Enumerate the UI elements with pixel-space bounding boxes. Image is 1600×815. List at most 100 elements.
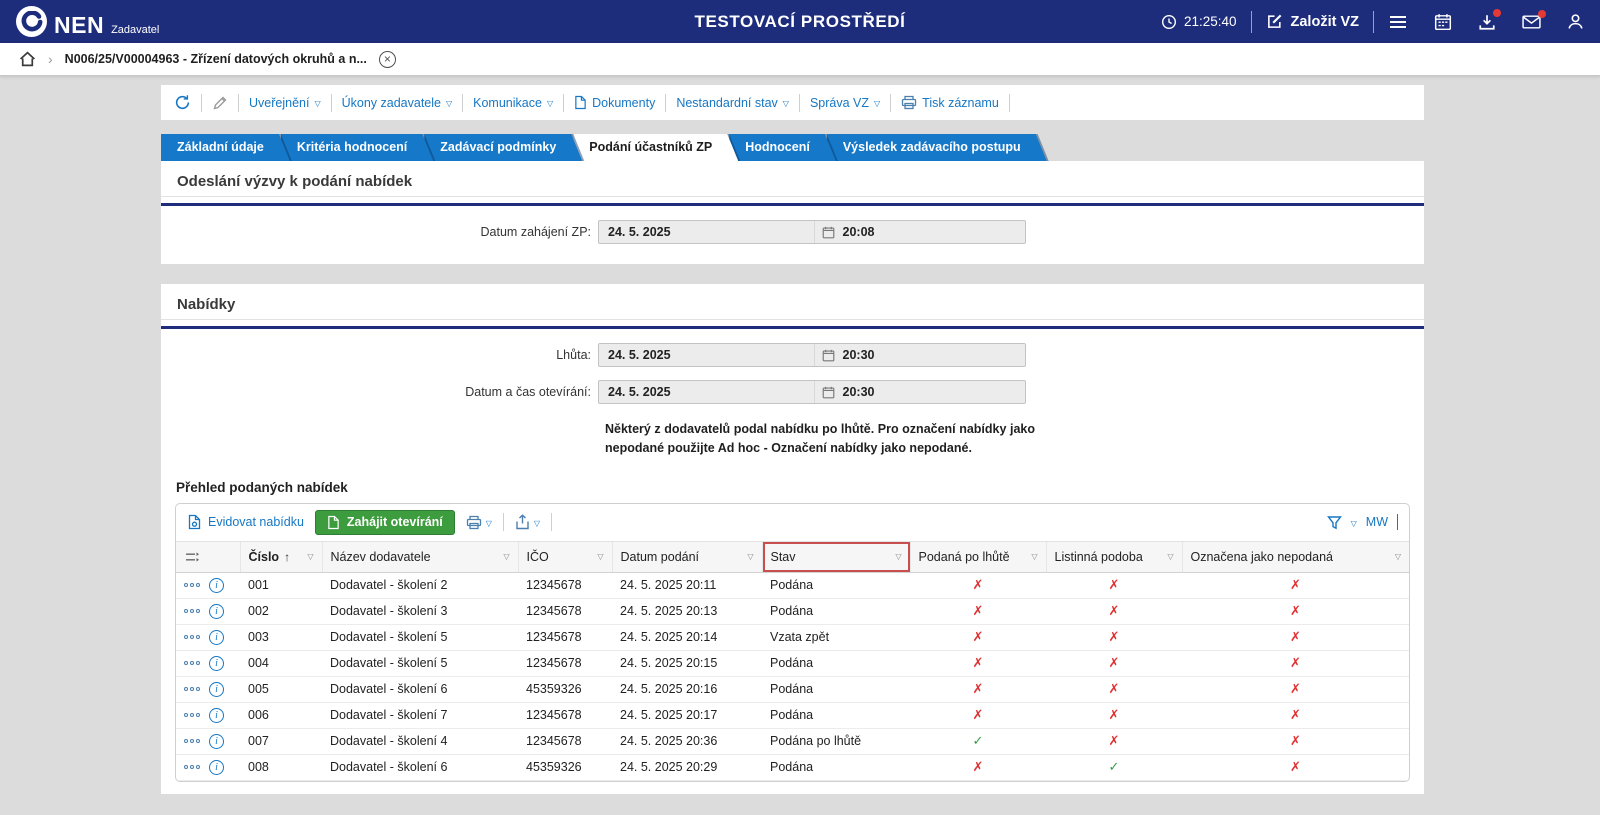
offer-row[interactable]: i004Dodavatel - školení 51234567824. 5. … <box>176 650 1409 676</box>
row-menu-icon[interactable] <box>184 583 200 587</box>
row-menu-icon[interactable] <box>184 635 200 639</box>
cell-submitted: 24. 5. 2025 20:17 <box>612 702 762 728</box>
tab-vysledek-zadavaciho-postupu[interactable]: Výsledek zadávacího postupu <box>827 134 1047 161</box>
calendar-icon[interactable] <box>822 349 835 362</box>
column-header-oznacena-jako-nepodana[interactable]: Označena jako nepodaná▽ <box>1182 541 1409 572</box>
offer-row[interactable]: i002Dodavatel - školení 31234567824. 5. … <box>176 598 1409 624</box>
cross-icon: ✗ <box>1109 707 1120 722</box>
date-value[interactable]: 24. 5. 2025 <box>599 225 814 239</box>
column-chooser-button[interactable] <box>176 541 240 572</box>
export-icon[interactable]: ▽ <box>515 514 540 530</box>
menu-sprava-vz[interactable]: Správa VZ ▽ <box>810 96 880 110</box>
cell-ico: 45359326 <box>518 754 612 780</box>
offer-row[interactable]: i005Dodavatel - školení 64535932624. 5. … <box>176 676 1409 702</box>
column-menu-caret-icon[interactable]: ▽ <box>1031 552 1037 561</box>
user-profile-icon[interactable] <box>1567 13 1584 30</box>
time-value[interactable]: 20:30 <box>843 385 875 399</box>
column-header-podana-po-lhute[interactable]: Podaná po lhůtě▽ <box>910 541 1046 572</box>
offer-row[interactable]: i006Dodavatel - školení 71234567824. 5. … <box>176 702 1409 728</box>
edit-square-icon <box>1266 13 1283 30</box>
evidovat-nabidku-button[interactable]: Evidovat nabídku <box>187 514 304 530</box>
column-menu-caret-icon[interactable]: ▽ <box>747 552 753 561</box>
tab-podani-ucastniku-zp[interactable]: Podání účastníků ZP <box>573 134 738 161</box>
column-menu-caret-icon[interactable]: ▽ <box>597 552 603 561</box>
column-label: Datum podání <box>621 550 700 564</box>
column-header-stav[interactable]: Stav▽ <box>762 541 910 572</box>
menu-uverejneni[interactable]: Uveřejnění ▽ <box>249 96 321 110</box>
menu-komunikace[interactable]: Komunikace ▽ <box>473 96 553 110</box>
row-menu-icon[interactable] <box>184 661 200 665</box>
tab-kriteria-hodnoceni[interactable]: Kritéria hodnocení <box>281 134 433 161</box>
filter-icon[interactable] <box>1327 515 1342 530</box>
menu-ukony-zadavatele[interactable]: Úkony zadavatele ▽ <box>342 96 453 110</box>
menu-tisk-zaznamu[interactable]: Tisk záznamu <box>901 95 999 110</box>
time-value[interactable]: 20:30 <box>843 348 875 362</box>
row-info-icon[interactable]: i <box>209 734 224 749</box>
time-part[interactable]: 20:08 <box>814 221 1026 243</box>
column-header-ico[interactable]: IČO▽ <box>518 541 612 572</box>
history-icon[interactable] <box>174 94 191 111</box>
column-menu-caret-icon[interactable]: ▽ <box>1395 552 1401 561</box>
row-menu-icon[interactable] <box>184 713 200 717</box>
row-menu-icon[interactable] <box>184 765 200 769</box>
date-value[interactable]: 24. 5. 2025 <box>599 348 814 362</box>
nen-logo-icon <box>16 6 47 37</box>
column-menu-caret-icon[interactable]: ▽ <box>895 552 901 561</box>
column-menu-caret-icon[interactable]: ▽ <box>307 552 313 561</box>
home-icon[interactable] <box>19 51 36 67</box>
menu-hamburger-icon[interactable] <box>1388 14 1408 30</box>
zahajit-otevirani-button[interactable]: Zahájit otevírání <box>315 510 455 535</box>
calendar-icon[interactable] <box>1434 13 1452 31</box>
section-title: Odeslání výzvy k podání nabídek <box>161 161 1424 196</box>
menu-dokumenty[interactable]: Dokumenty <box>574 95 655 110</box>
breadcrumb-item[interactable]: N006/25/V00004963 - Zřízení datových okr… <box>65 52 367 66</box>
row-info-icon[interactable]: i <box>209 760 224 775</box>
offer-row[interactable]: i008Dodavatel - školení 64535932624. 5. … <box>176 754 1409 780</box>
dropdown-caret-icon[interactable]: ▽ <box>1351 519 1357 528</box>
datetime-input[interactable]: 24. 5. 2025 20:30 <box>598 380 1026 404</box>
column-header-datum-podani[interactable]: Datum podání ▽ <box>612 541 762 572</box>
mw-toggle[interactable]: MW <box>1366 515 1388 529</box>
row-info-icon[interactable]: i <box>209 630 224 645</box>
tab-zakladni-udaje[interactable]: Základní údaje <box>161 134 290 161</box>
column-header-listinna-podoba[interactable]: Listinná podoba▽ <box>1046 541 1182 572</box>
column-header-cislo[interactable]: Číslo ↑ ▽ <box>240 541 322 572</box>
datetime-input[interactable]: 24. 5. 2025 20:30 <box>598 343 1026 367</box>
cell-number: 008 <box>240 754 322 780</box>
download-icon[interactable] <box>1478 13 1496 31</box>
time-part[interactable]: 20:30 <box>814 381 1026 403</box>
row-info-icon[interactable]: i <box>209 656 224 671</box>
row-menu-icon[interactable] <box>184 687 200 691</box>
column-header-nazev-dodavatele[interactable]: Název dodavatele▽ <box>322 541 518 572</box>
calendar-icon[interactable] <box>822 226 835 239</box>
datetime-input[interactable]: 24. 5. 2025 20:08 <box>598 220 1026 244</box>
column-menu-caret-icon[interactable]: ▽ <box>1167 552 1173 561</box>
row-info-icon[interactable]: i <box>209 708 224 723</box>
row-info-icon[interactable]: i <box>209 682 224 697</box>
column-menu-caret-icon[interactable]: ▽ <box>503 552 509 561</box>
close-tab-icon[interactable]: × <box>379 51 396 68</box>
printer-icon <box>901 95 917 110</box>
mail-icon[interactable] <box>1522 14 1541 30</box>
edit-pencil-icon[interactable] <box>212 95 228 111</box>
menu-nestandardni-stav[interactable]: Nestandardní stav ▽ <box>676 96 789 110</box>
print-grid-icon[interactable]: ▽ <box>466 515 492 530</box>
cell-after-deadline: ✗ <box>910 702 1046 728</box>
row-menu-icon[interactable] <box>184 609 200 613</box>
offer-row[interactable]: i001Dodavatel - školení 21234567824. 5. … <box>176 572 1409 598</box>
row-menu-icon[interactable] <box>184 739 200 743</box>
offer-row[interactable]: i003Dodavatel - školení 51234567824. 5. … <box>176 624 1409 650</box>
row-info-icon[interactable]: i <box>209 604 224 619</box>
tab-hodnoceni[interactable]: Hodnocení <box>729 134 836 161</box>
create-vz-button[interactable]: Založit VZ <box>1266 13 1359 30</box>
calendar-icon[interactable] <box>822 386 835 399</box>
date-value[interactable]: 24. 5. 2025 <box>599 385 814 399</box>
section-invitation: Odeslání výzvy k podání nabídek Datum za… <box>161 161 1424 264</box>
time-value[interactable]: 20:08 <box>843 225 875 239</box>
tab-zadavaci-podminky[interactable]: Zadávací podmínky <box>424 134 582 161</box>
dropdown-caret-icon: ▽ <box>314 99 320 108</box>
time-part[interactable]: 20:30 <box>814 344 1026 366</box>
offer-row[interactable]: i007Dodavatel - školení 41234567824. 5. … <box>176 728 1409 754</box>
nen-logo[interactable]: NEN Zadavatel <box>16 6 159 37</box>
row-info-icon[interactable]: i <box>209 578 224 593</box>
